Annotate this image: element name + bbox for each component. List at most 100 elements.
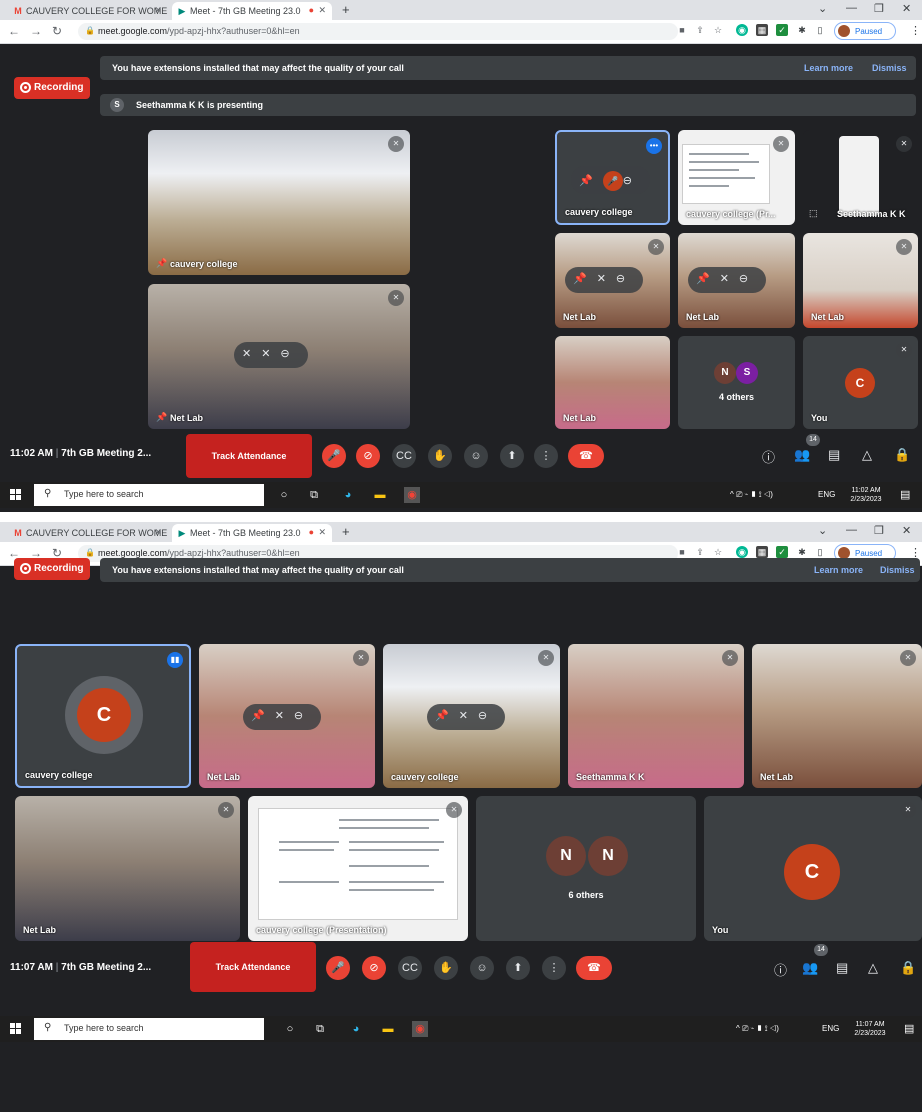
- camera-off-button[interactable]: ⊘: [362, 956, 386, 980]
- tile-hover-controls[interactable]: ✕✕⊖: [234, 342, 308, 368]
- taskbar-clock[interactable]: 11:07 AM 2/23/2023: [850, 1020, 890, 1038]
- system-tray-icons[interactable]: ^ ⎚ ⌁ ▮ ⟟ ◁): [730, 490, 773, 500]
- tile-cauvery-selected[interactable]: ▮▮ C cauvery college: [15, 644, 191, 788]
- emoji-button[interactable]: ☺: [464, 444, 488, 468]
- host-controls-icon[interactable]: 🔒: [900, 960, 916, 976]
- tile-presentation[interactable]: ✕ cauvery college (Presentation): [248, 796, 468, 941]
- tile-net-lab-2[interactable]: 📌✕⊖ Net Lab: [678, 233, 795, 328]
- taskbar-clock[interactable]: 11:02 AM 2/23/2023: [846, 486, 886, 504]
- present-button[interactable]: ⬆: [506, 956, 530, 980]
- language-indicator[interactable]: ENG: [822, 1024, 839, 1033]
- tile-net-lab-4[interactable]: Net Lab: [555, 336, 670, 429]
- learn-more-link[interactable]: Learn more: [804, 63, 853, 73]
- extension-icon[interactable]: ◉: [736, 24, 748, 36]
- hangup-button[interactable]: ☎: [568, 444, 604, 468]
- file-explorer-icon[interactable]: ▬: [372, 487, 388, 503]
- reload-icon[interactable]: ↻: [52, 24, 62, 38]
- more-options-button[interactable]: ⋮: [534, 444, 558, 468]
- notifications-icon[interactable]: ▤: [904, 1022, 914, 1035]
- sidepanel-icon[interactable]: ▯: [814, 546, 826, 558]
- tile-others[interactable]: N N 6 others: [476, 796, 696, 941]
- tile-net-lab-man[interactable]: ✕ Net Lab: [752, 644, 922, 788]
- tile-net-lab-elder[interactable]: ✕ Net Lab: [15, 796, 240, 941]
- raise-hand-button[interactable]: ✋: [428, 444, 452, 468]
- grid-extension-icon[interactable]: ▦: [756, 546, 768, 558]
- host-controls-icon[interactable]: 🔒: [894, 447, 910, 463]
- chat-icon[interactable]: ▤: [836, 960, 848, 976]
- close-icon[interactable]: ✕: [154, 5, 162, 16]
- back-icon[interactable]: ←: [8, 24, 20, 38]
- kebab-icon[interactable]: ⋮: [910, 24, 921, 37]
- check-extension-icon[interactable]: ✓: [776, 546, 788, 558]
- task-view-icon[interactable]: ⧉: [312, 1021, 328, 1037]
- maximize-icon[interactable]: ❐: [874, 2, 884, 15]
- tab-cauvery-college[interactable]: M CAUVERY COLLEGE FOR WOMEN ✕: [8, 2, 168, 20]
- forward-icon[interactable]: →: [30, 24, 42, 38]
- close-icon[interactable]: ✕: [318, 5, 326, 16]
- info-icon[interactable]: ⓘ: [762, 447, 775, 466]
- tab-meet[interactable]: ▶ Meet - 7th GB Meeting 23.0 ● ✕: [172, 2, 332, 20]
- chrome-icon[interactable]: ◉: [404, 487, 420, 503]
- activities-icon[interactable]: △: [868, 960, 878, 976]
- tile-hover-controls[interactable]: 📌✕⊖: [688, 267, 767, 293]
- tile-you[interactable]: ✕ C You: [803, 336, 918, 429]
- tile-seethamma[interactable]: ✕ ⬚ Seethamma K K: [803, 130, 918, 225]
- cortana-icon[interactable]: ○: [282, 1021, 298, 1037]
- sidepanel-icon[interactable]: ▯: [814, 24, 826, 36]
- new-tab-icon[interactable]: +: [342, 2, 350, 17]
- more-options-button[interactable]: ⋮: [542, 956, 566, 980]
- tile-others[interactable]: N S 4 others: [678, 336, 795, 429]
- extension-icon[interactable]: ◉: [736, 546, 748, 558]
- tile-net-lab-speaker[interactable]: ✕ ✕✕⊖ 📌 Net Lab: [148, 284, 410, 429]
- tile-net-lab-woman[interactable]: ✕ 📌✕⊖ Net Lab: [199, 644, 375, 788]
- tile-presentation[interactable]: ✕ cauvery college (Pr...: [678, 130, 795, 225]
- notifications-icon[interactable]: ▤: [900, 488, 910, 501]
- activities-icon[interactable]: △: [862, 447, 872, 463]
- captions-button[interactable]: CC: [398, 956, 422, 980]
- mic-off-button[interactable]: 🎤: [322, 444, 346, 468]
- close-icon[interactable]: ✕: [318, 527, 326, 538]
- close-window-icon[interactable]: ✕: [902, 2, 911, 15]
- star-icon[interactable]: ☆: [712, 24, 724, 36]
- raise-hand-button[interactable]: ✋: [434, 956, 458, 980]
- url-field[interactable]: 🔒 meet.google.com/ypd-apzj-hhx?authuser=…: [78, 23, 678, 40]
- chevron-down-icon[interactable]: ⌄: [818, 2, 827, 15]
- edge-icon[interactable]: ◕: [340, 487, 356, 503]
- grid-extension-icon[interactable]: ▦: [756, 24, 768, 36]
- close-icon[interactable]: ✕: [154, 527, 162, 538]
- taskbar-search[interactable]: ⚲ Type here to search: [34, 484, 264, 506]
- people-icon[interactable]: 👥: [802, 960, 818, 976]
- minimize-icon[interactable]: —: [846, 2, 857, 14]
- people-icon[interactable]: 👥: [794, 447, 810, 463]
- tile-cauvery-room[interactable]: ✕ 📌✕⊖ cauvery college: [383, 644, 560, 788]
- cortana-icon[interactable]: ○: [276, 487, 292, 503]
- present-button[interactable]: ⬆: [500, 444, 524, 468]
- check-extension-icon[interactable]: ✓: [776, 24, 788, 36]
- windows-icon[interactable]: [10, 489, 22, 501]
- mic-off-button[interactable]: 🎤: [326, 956, 350, 980]
- camera-icon[interactable]: ■: [676, 546, 688, 558]
- star-icon[interactable]: ☆: [712, 546, 724, 558]
- tab-meet[interactable]: ▶ Meet - 7th GB Meeting 23.0 ● ✕: [172, 524, 332, 542]
- minimize-icon[interactable]: —: [846, 524, 857, 536]
- learn-more-link[interactable]: Learn more: [814, 565, 863, 575]
- more-options-icon[interactable]: •••: [646, 138, 662, 154]
- new-tab-icon[interactable]: +: [342, 524, 350, 539]
- camera-off-button[interactable]: ⊘: [356, 444, 380, 468]
- emoji-button[interactable]: ☺: [470, 956, 494, 980]
- chevron-down-icon[interactable]: ⌄: [818, 524, 827, 537]
- tile-seethamma[interactable]: ✕ Seethamma K K: [568, 644, 744, 788]
- info-icon[interactable]: ⓘ: [774, 960, 787, 979]
- profile-paused-button[interactable]: Paused: [834, 22, 896, 40]
- tab-cauvery-college[interactable]: M CAUVERY COLLEGE FOR WOMEN ✕: [8, 524, 168, 542]
- hangup-button[interactable]: ☎: [576, 956, 612, 980]
- tile-you[interactable]: ✕ C You: [704, 796, 922, 941]
- share-icon[interactable]: ⇪: [694, 24, 706, 36]
- captions-button[interactable]: CC: [392, 444, 416, 468]
- tile-net-lab-3[interactable]: ✕ Net Lab: [803, 233, 918, 328]
- puzzle-icon[interactable]: ✱: [796, 546, 808, 558]
- chat-icon[interactable]: ▤: [828, 447, 840, 463]
- tile-hover-controls[interactable]: 📌✕⊖: [427, 704, 506, 730]
- tile-cauvery-selected[interactable]: ••• 📌 🎤 ⊖ cauvery college: [555, 130, 670, 225]
- chrome-icon[interactable]: ◉: [412, 1021, 428, 1037]
